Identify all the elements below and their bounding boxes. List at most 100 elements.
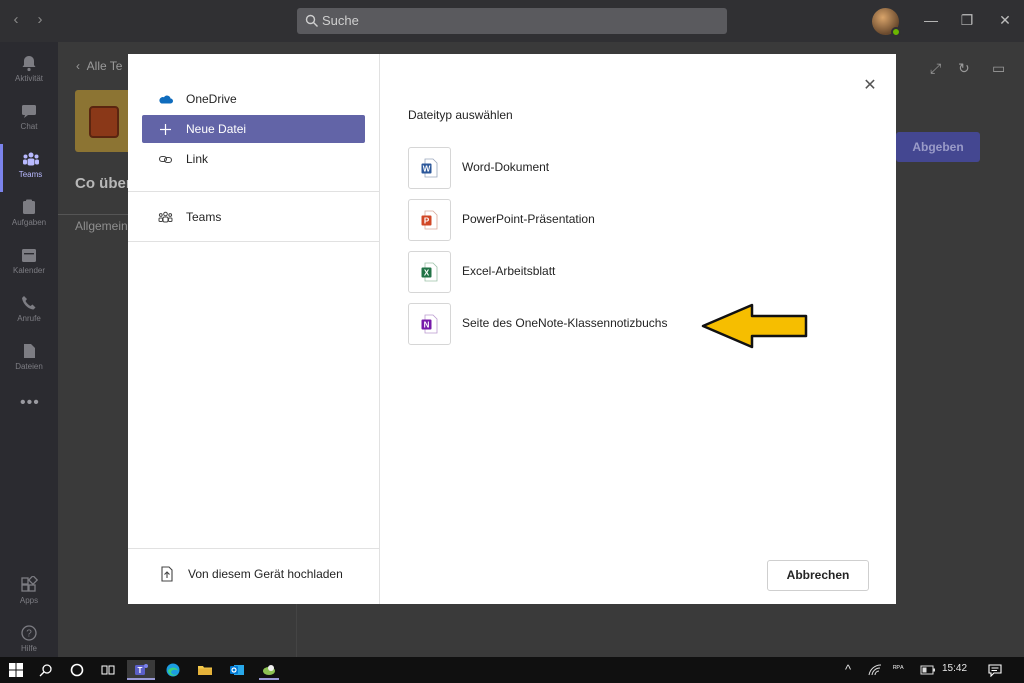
svg-text:?: ? [26,629,32,640]
battery-icon[interactable] [918,660,938,680]
files-icon [24,344,35,358]
plus-icon [160,124,171,135]
apps-icon [21,576,38,592]
notifications-icon[interactable] [985,660,1005,680]
rail-item-files[interactable]: Dateien [0,336,58,384]
source-item-label: OneDrive [186,92,237,106]
divider [58,214,128,215]
onenote-badge-letter: N [424,321,430,330]
search-input[interactable]: Suche [297,8,727,34]
rail-item-teams[interactable]: Teams [0,144,58,192]
cortana-icon[interactable] [67,660,87,680]
forward-arrow-icon[interactable]: › [32,12,48,28]
file-type-label: PowerPoint-Präsentation [462,212,595,226]
file-type-excel[interactable]: X Excel-Arbeitsblatt [408,251,708,293]
windows-start-icon[interactable] [6,660,26,680]
rail-label: Teams [18,170,43,179]
rail-label: Apps [19,596,39,605]
word-badge-letter: W [423,165,431,174]
app-rail: Aktivität Chat Teams Aufgaben Kalender A… [0,42,58,657]
source-item-onedrive[interactable]: OneDrive [142,85,365,113]
rail-item-chat[interactable]: Chat [0,96,58,144]
rail-item-apps[interactable]: Apps [0,570,58,618]
background-tab: Allgemein [75,219,128,233]
chevron-up-icon[interactable]: ^ [838,660,858,680]
divider [128,548,380,549]
rail-item-calendar[interactable]: Kalender [0,240,58,288]
rail-label: Chat [20,122,38,131]
teams-icon [22,152,39,166]
excel-icon: X [408,251,451,293]
source-item-teams[interactable]: Teams [142,203,365,231]
close-icon[interactable]: ✕ [862,78,878,94]
onenote-icon: N [408,303,451,345]
title-bar: ‹ › Suche — ❐ ✕ [0,0,1024,42]
minimize-icon[interactable]: — [923,12,939,28]
source-item-label: Teams [186,210,222,224]
file-type-panel: ✕ Dateityp auswählen W Word-Dokument P P… [381,54,896,604]
search-icon [305,14,318,27]
refresh-icon: ↻ [958,60,970,76]
file-type-word[interactable]: W Word-Dokument [408,147,708,189]
svg-text:T: T [138,666,143,675]
expand-icon: ⤢ [930,60,942,76]
file-type-onenote[interactable]: N Seite des OneNote-Klassennotizbuchs [408,303,708,345]
clock[interactable]: 15:42 [942,663,967,674]
file-type-powerpoint[interactable]: P PowerPoint-Präsentation [408,199,708,241]
annotation-arrow-icon [701,303,808,349]
rail-item-activity[interactable]: Aktivität [0,48,58,96]
avatar[interactable] [872,8,901,37]
rail-item-calls[interactable]: Anrufe [0,288,58,336]
section-title: Dateityp auswählen [408,108,513,122]
outlook-icon[interactable] [227,660,247,680]
link-icon [158,155,173,164]
search-placeholder: Suche [322,13,359,28]
upload-from-device-button[interactable]: Von diesem Gerät hochladen [160,564,343,584]
window-close-icon[interactable]: ✕ [997,12,1013,28]
wifi-icon[interactable] [865,660,885,680]
source-item-label: Neue Datei [186,122,247,136]
cancel-button[interactable]: Abbrechen [767,560,869,591]
restore-icon[interactable]: ❐ [959,12,975,28]
onedrive-cloud-icon [159,95,173,104]
rail-label: Aufgaben [11,218,47,227]
calendar-icon [22,249,36,262]
source-item-new-file[interactable]: Neue Datei [142,115,365,143]
app-icon[interactable] [259,660,279,680]
back-arrow-icon[interactable]: ‹ [8,12,24,28]
rail-label: Kalender [12,266,46,275]
upload-icon [161,566,173,582]
rail-item-assignments[interactable]: Aufgaben [0,192,58,240]
back-link-label: Alle Te [86,59,123,73]
task-view-icon[interactable] [98,660,118,680]
rail-label: Aktivität [14,74,43,83]
help-icon: ? [21,625,37,641]
file-type-label: Word-Dokument [462,160,550,174]
taskbar-teams-icon[interactable]: T [127,660,155,680]
presence-indicator [891,27,901,37]
excel-badge-letter: X [424,269,430,278]
team-tile [75,90,131,152]
taskbar: T ^ ᴿᴾᴬ 15:42 [0,657,1024,683]
phone-icon [22,296,36,310]
video-call-icon: ▭ [992,60,1006,76]
language-indicator[interactable]: ᴿᴾᴬ [893,664,904,673]
assignments-icon [23,199,35,214]
source-item-link[interactable]: Link [142,145,365,173]
background-heading: Co über [75,175,132,192]
file-explorer-icon[interactable] [195,660,215,680]
file-type-label: Excel-Arbeitsblatt [462,264,556,278]
word-icon: W [408,147,451,189]
rail-label: Dateien [15,362,43,371]
annotation-arrow-shape [701,303,808,349]
file-type-label: Seite des OneNote-Klassennotizbuchs [462,316,668,330]
submit-button: Abgeben [896,132,980,162]
edge-browser-icon[interactable] [163,660,183,680]
more-apps-icon[interactable]: ••• [20,394,40,412]
powerpoint-icon: P [408,199,451,241]
chat-icon [22,105,36,118]
powerpoint-badge-letter: P [424,217,430,226]
divider [128,241,380,242]
teams-icon [158,211,173,223]
taskbar-search-icon[interactable] [36,660,56,680]
